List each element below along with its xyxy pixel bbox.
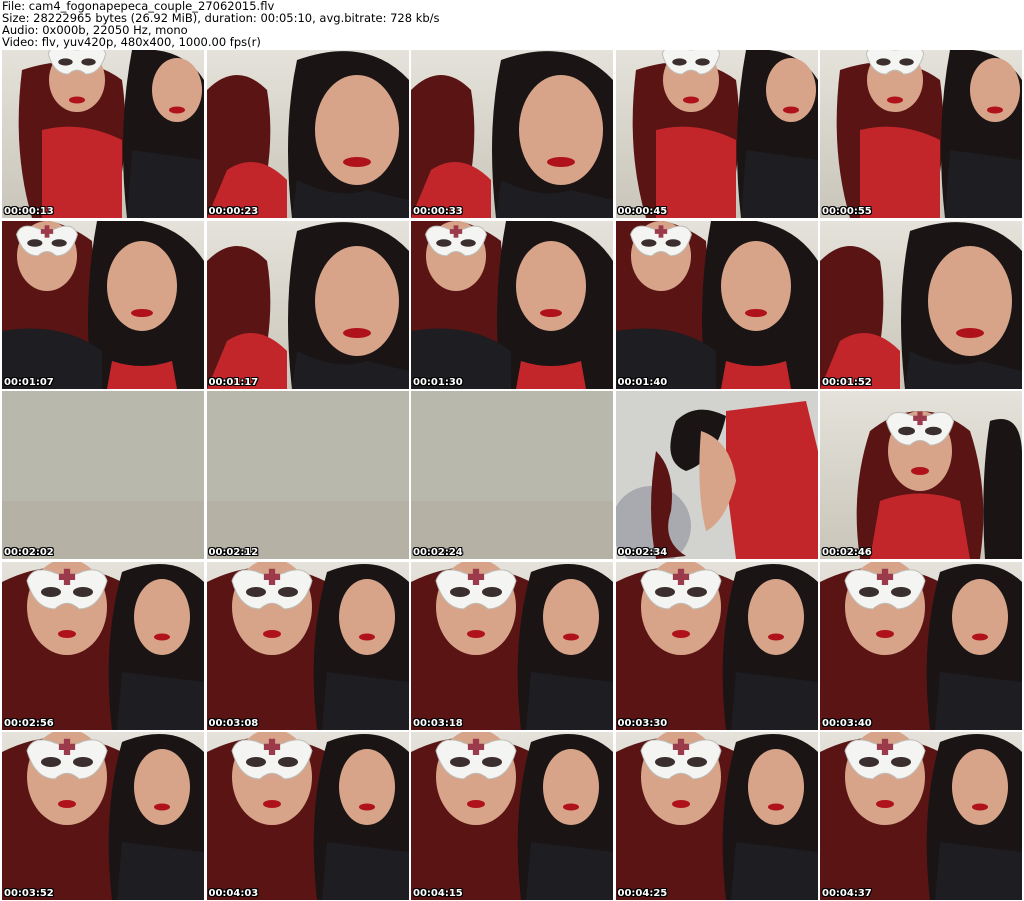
thumbnail-timestamp: 00:03:40: [822, 717, 872, 729]
video-thumbnail: 00:01:17: [206, 220, 409, 389]
thumbnail-timestamp: 00:03:52: [4, 888, 54, 899]
video-thumbnail: 00:01:52: [820, 220, 1022, 389]
thumbnail-frame-image: [615, 50, 818, 218]
thumbnail-timestamp: 00:01:30: [413, 376, 463, 388]
thumbnail-timestamp: 00:02:34: [617, 547, 668, 558]
video-thumbnail: 00:03:30: [615, 561, 818, 730]
video-info-line: Video: flv, yuv420p, 480x400, 1000.00 fp…: [2, 35, 261, 49]
thumbnail-frame-image: [206, 561, 409, 730]
video-thumbnail: 00:02:46: [820, 391, 1022, 559]
thumbnail-timestamp: 00:03:08: [208, 717, 259, 729]
video-thumbnail: 00:04:25: [615, 732, 818, 900]
video-thumbnail: 00:02:34: [615, 391, 818, 559]
thumbnail-frame-image: [615, 732, 818, 900]
thumbnail-timestamp: 00:04:25: [617, 888, 668, 899]
video-thumbnail: 00:00:55: [820, 50, 1022, 218]
video-thumbnail: 00:02:24: [411, 391, 613, 559]
thumbnail-timestamp: 00:00:23: [208, 206, 259, 217]
video-thumbnail: 00:04:03: [206, 732, 409, 900]
video-thumbnail: 00:02:02: [2, 391, 204, 559]
thumbnail-timestamp: 00:03:30: [617, 717, 668, 729]
thumbnail-frame-image: [615, 391, 818, 559]
video-thumbnail: 00:00:33: [411, 50, 613, 218]
thumbnail-grid: 00:00:13 00:00:23 00:00:33 00:00:45 00:00:55…: [2, 50, 1022, 900]
thumbnail-frame-image: [206, 220, 409, 389]
video-thumbnail: 00:04:37: [820, 732, 1022, 900]
thumbnail-frame-image: [2, 50, 204, 218]
thumbnail-frame-image: [2, 391, 204, 559]
thumbnail-timestamp: 00:02:24: [413, 547, 463, 558]
thumbnail-timestamp: 00:00:13: [4, 206, 54, 217]
thumbnail-frame-image: [411, 561, 613, 730]
thumbnail-timestamp: 00:00:55: [822, 206, 872, 217]
thumbnail-timestamp: 00:01:17: [208, 376, 259, 388]
thumbnail-frame-image: [2, 732, 204, 900]
thumbnail-timestamp: 00:00:45: [617, 206, 668, 217]
file-info-header: File: cam4_fogonapepeca_couple_27062015.…: [2, 0, 1022, 48]
video-thumbnail: 00:01:40: [615, 220, 818, 389]
thumbnail-frame-image: [206, 732, 409, 900]
thumbnail-timestamp: 00:01:07: [4, 376, 54, 388]
thumbnail-timestamp: 00:01:40: [617, 376, 668, 388]
thumbnail-frame-image: [411, 732, 613, 900]
video-thumbnail: 00:03:08: [206, 561, 409, 730]
thumbnail-timestamp: 00:04:15: [413, 888, 463, 899]
thumbnail-timestamp: 00:02:12: [208, 547, 259, 558]
thumbnail-frame-image: [615, 220, 818, 389]
thumbnail-frame-image: [820, 561, 1022, 730]
thumbnail-timestamp: 00:03:18: [413, 717, 463, 729]
video-thumbnail: 00:02:56: [2, 561, 204, 730]
thumbnail-frame-image: [2, 561, 204, 730]
thumbnail-timestamp: 00:04:03: [208, 888, 259, 899]
thumbnail-timestamp: 00:02:02: [4, 547, 54, 558]
thumbnail-frame-image: [206, 391, 409, 559]
video-thumbnail: 00:03:18: [411, 561, 613, 730]
thumbnail-frame-image: [615, 561, 818, 730]
video-thumbnail: 00:03:52: [2, 732, 204, 900]
thumbnail-timestamp: 00:01:52: [822, 376, 872, 388]
video-thumbnail: 00:00:13: [2, 50, 204, 218]
thumbnail-frame-image: [820, 50, 1022, 218]
thumbnail-frame-image: [820, 220, 1022, 389]
thumbnail-frame-image: [2, 220, 204, 389]
thumbnail-frame-image: [820, 732, 1022, 900]
thumbnail-frame-image: [411, 220, 613, 389]
thumbnail-frame-image: [411, 50, 613, 218]
video-thumbnail: 00:02:12: [206, 391, 409, 559]
thumbnail-timestamp: 00:04:37: [822, 888, 872, 899]
video-thumbnail: 00:01:07: [2, 220, 204, 389]
video-thumbnail: 00:03:40: [820, 561, 1022, 730]
video-thumbnail: 00:01:30: [411, 220, 613, 389]
thumbnail-frame-image: [206, 50, 409, 218]
thumbnail-timestamp: 00:02:46: [822, 547, 872, 558]
video-thumbnail: 00:00:45: [615, 50, 818, 218]
thumbnail-timestamp: 00:00:33: [413, 206, 463, 217]
thumbnail-frame-image: [411, 391, 613, 559]
video-thumbnail: 00:00:23: [206, 50, 409, 218]
video-thumbnail: 00:04:15: [411, 732, 613, 900]
thumbnail-frame-image: [820, 391, 1022, 559]
thumbnail-timestamp: 00:02:56: [4, 717, 54, 729]
